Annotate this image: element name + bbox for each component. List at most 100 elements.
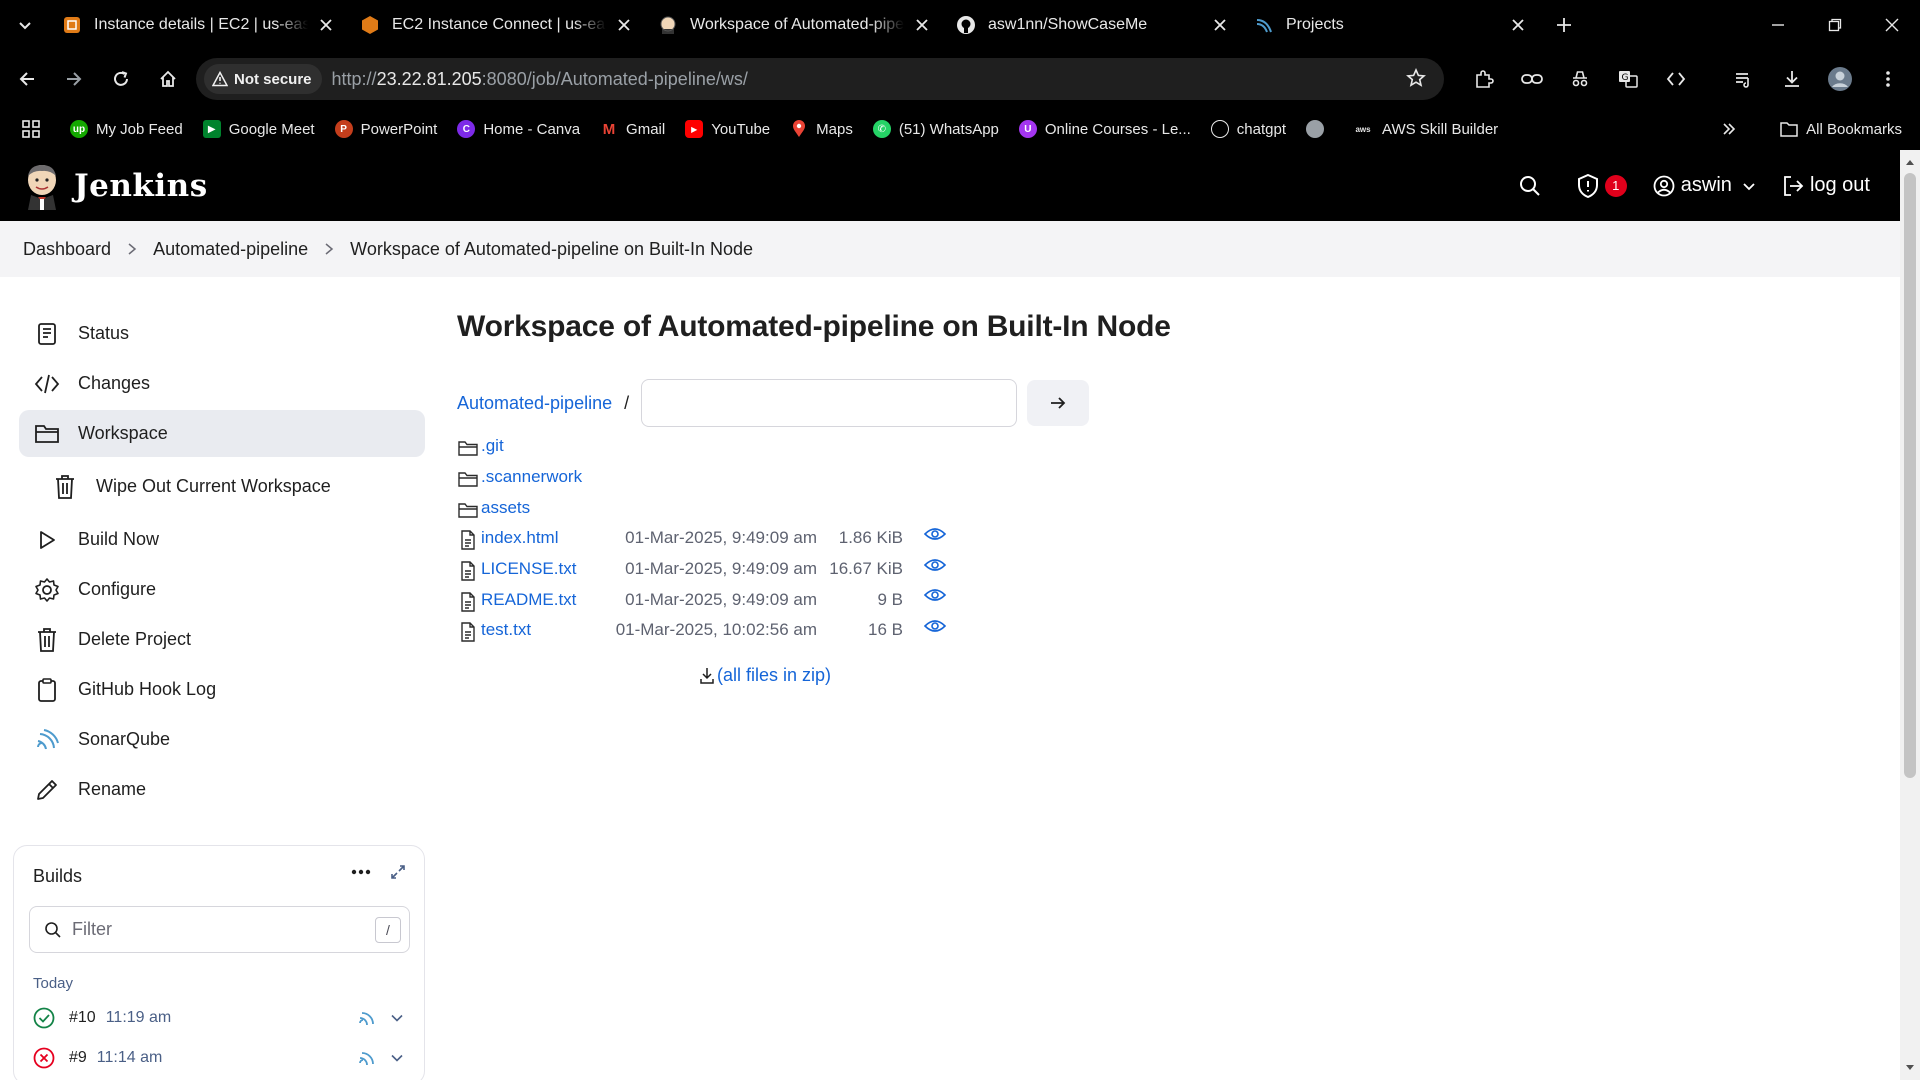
tab-search-chevron-icon[interactable] — [0, 0, 50, 50]
bookmarks-bar: up My Job Feed ▶ Google Meet P PowerPoint C… — [0, 108, 1920, 150]
incognito-extension-icon[interactable] — [1556, 58, 1604, 100]
task-label: SonarQube — [78, 729, 171, 749]
go-button[interactable] — [1027, 380, 1090, 426]
code-icon — [33, 370, 61, 398]
close-icon[interactable] — [1210, 15, 1230, 35]
close-icon[interactable] — [912, 15, 932, 35]
translate-icon[interactable]: G — [1604, 58, 1652, 100]
media-queue-icon[interactable] — [1720, 58, 1768, 100]
tab-ec2-instance-connect[interactable]: EC2 Instance Connect | us-east-1 — [348, 0, 646, 50]
builds-filter-input[interactable]: Filter / — [29, 906, 410, 953]
task-rename[interactable]: Rename — [19, 766, 425, 813]
view-eye-icon[interactable] — [923, 526, 947, 547]
chevron-down-icon[interactable] — [390, 1011, 404, 1025]
bookmark-star-icon[interactable] — [1406, 68, 1426, 93]
home-icon[interactable] — [147, 58, 189, 100]
scroll-down-arrow-icon[interactable] — [1904, 1062, 1916, 1074]
task-workspace[interactable]: Workspace — [19, 410, 425, 457]
tab-github-repo[interactable]: asw1nn/ShowCaseMe — [944, 0, 1242, 50]
download-icon[interactable] — [1768, 58, 1816, 100]
bookmark-maps[interactable]: Maps — [790, 120, 853, 138]
security-monitor-button[interactable]: 1 — [1577, 173, 1627, 198]
breadcrumb-project[interactable]: Automated-pipeline — [153, 239, 308, 260]
not-secure-chip[interactable]: Not secure — [204, 64, 322, 94]
link-icon[interactable] — [1508, 58, 1556, 100]
tab-jenkins-workspace[interactable]: Workspace of Automated-pipeline — [646, 0, 944, 50]
profile-avatar[interactable] — [1816, 58, 1864, 100]
omnibox[interactable]: Not secure http://23.22.81.205:8080/job/… — [196, 58, 1444, 100]
bookmark-google-meet[interactable]: ▶ Google Meet — [202, 120, 315, 138]
logout-button[interactable]: log out — [1782, 174, 1870, 197]
bookmark-chatgpt[interactable]: chatgpt — [1210, 120, 1286, 138]
bookmark-canva[interactable]: C Home - Canva — [457, 120, 580, 138]
restore-icon[interactable] — [1806, 0, 1863, 50]
back-arrow-icon[interactable] — [6, 58, 48, 100]
bookmark-aws-skill-builder[interactable]: aws AWS Skill Builder — [1352, 120, 1498, 138]
task-status[interactable]: Status — [19, 310, 425, 357]
file-name-link[interactable]: index.html — [481, 528, 558, 548]
view-eye-icon[interactable] — [923, 618, 947, 639]
forward-arrow-icon[interactable] — [53, 58, 95, 100]
bookmark-youtube[interactable]: ▶ YouTube — [685, 120, 770, 138]
view-eye-icon[interactable] — [923, 587, 947, 608]
view-eye-icon[interactable] — [923, 557, 947, 578]
minimize-icon[interactable] — [1749, 0, 1806, 50]
task-configure[interactable]: Configure — [19, 566, 425, 613]
bookmark-gmail[interactable]: M Gmail — [600, 120, 665, 138]
bookmark-powerpoint[interactable]: P PowerPoint — [334, 120, 437, 138]
file-name-link[interactable]: README.txt — [481, 590, 576, 610]
file-name-link[interactable]: .git — [481, 436, 504, 456]
workspace-path-input[interactable] — [641, 379, 1018, 427]
workspace-path-row: Automated-pipeline / — [457, 379, 1157, 427]
close-icon[interactable] — [1508, 15, 1528, 35]
breadcrumb-current[interactable]: Workspace of Automated-pipeline on Built… — [350, 239, 753, 260]
path-root-link[interactable]: Automated-pipeline — [457, 393, 612, 414]
breadcrumb-dashboard[interactable]: Dashboard — [23, 239, 111, 260]
jenkins-home-link[interactable]: Jenkins — [22, 162, 208, 210]
apps-grid-icon[interactable] — [22, 120, 40, 138]
tab-sonarqube-projects[interactable]: Projects — [1242, 0, 1540, 50]
task-changes[interactable]: Changes — [19, 360, 425, 407]
close-icon[interactable] — [614, 15, 634, 35]
file-name-link[interactable]: test.txt — [481, 620, 531, 640]
more-horizontal-icon[interactable] — [350, 868, 372, 876]
download-zip-link[interactable]: (all files in zip) — [699, 665, 831, 686]
all-bookmarks-button[interactable]: All Bookmarks — [1780, 121, 1902, 138]
reload-icon[interactable] — [100, 58, 142, 100]
task-label: Workspace — [78, 423, 168, 443]
task-wipe-out-workspace[interactable]: Wipe Out Current Workspace — [19, 460, 425, 513]
file-name-link[interactable]: LICENSE.txt — [481, 559, 576, 579]
task-sonarqube[interactable]: SonarQube — [19, 716, 425, 763]
build-number[interactable]: #9 — [69, 1049, 87, 1067]
scrollbar-thumb[interactable] — [1904, 173, 1916, 778]
chevron-down-icon[interactable] — [390, 1051, 404, 1065]
bookmark-online-courses[interactable]: U Online Courses - Le... — [1018, 120, 1191, 138]
task-build-now[interactable]: Build Now — [19, 516, 425, 563]
url-text[interactable]: http://23.22.81.205:8080/job/Automated-p… — [332, 69, 748, 90]
search-icon[interactable] — [1519, 175, 1541, 197]
more-bookmarks-chevron-icon[interactable] — [1722, 122, 1736, 136]
expand-icon[interactable] — [390, 864, 406, 880]
sonarqube-icon[interactable] — [358, 1009, 376, 1027]
build-number[interactable]: #10 — [69, 1009, 96, 1027]
bookmark-globe[interactable] — [1306, 120, 1332, 138]
task-delete-project[interactable]: Delete Project — [19, 616, 425, 663]
close-icon[interactable] — [316, 15, 336, 35]
window-close-icon[interactable] — [1863, 0, 1920, 50]
bookmark-whatsapp[interactable]: ✆ (51) WhatsApp — [872, 120, 999, 138]
new-tab-plus-icon[interactable] — [1544, 0, 1584, 50]
file-name-link[interactable]: assets — [481, 498, 530, 518]
user-menu[interactable]: aswin — [1653, 174, 1756, 197]
menu-kebab-icon[interactable] — [1864, 58, 1912, 100]
build-row[interactable]: #10 11:19 am — [14, 998, 424, 1038]
build-row[interactable]: #9 11:14 am — [14, 1038, 424, 1078]
tab-ec2-instance-details[interactable]: Instance details | EC2 | us-east-1 — [50, 0, 348, 50]
scroll-up-arrow-icon[interactable] — [1904, 156, 1916, 168]
page-scrollbar[interactable] — [1900, 150, 1920, 1080]
bookmark-my-job-feed[interactable]: up My Job Feed — [70, 120, 183, 138]
dev-code-icon[interactable] — [1652, 58, 1700, 100]
sonarqube-icon[interactable] — [358, 1049, 376, 1067]
task-github-hook-log[interactable]: GitHub Hook Log — [19, 666, 425, 713]
file-name-link[interactable]: .scannerwork — [481, 467, 582, 487]
extensions-puzzle-icon[interactable] — [1460, 58, 1508, 100]
